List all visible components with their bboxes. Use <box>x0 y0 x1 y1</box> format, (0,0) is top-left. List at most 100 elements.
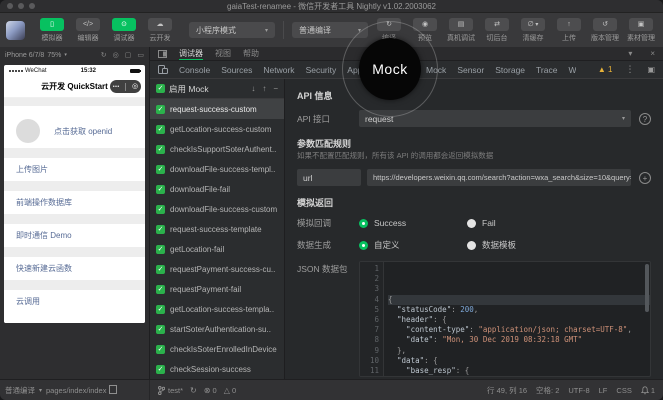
dock-side-icon[interactable]: ▣ <box>647 65 655 74</box>
mock-case-row[interactable]: ✓ checkSession-success <box>150 359 284 379</box>
user-avatar[interactable] <box>6 21 25 40</box>
chevron-down-icon[interactable]: ▾ <box>64 52 67 58</box>
sync-icon[interactable]: ↻ <box>190 386 197 395</box>
compile-mode-status[interactable]: 普通编译 <box>5 385 35 396</box>
devtools-tab[interactable]: Trace <box>536 65 557 75</box>
device-zoom[interactable]: 75% <box>47 52 61 59</box>
checkbox-checked-icon[interactable]: ✓ <box>156 105 165 114</box>
code-area[interactable]: { "statusCode": 200, "header": { "conten… <box>384 262 650 376</box>
toolbar-toggle-button[interactable]: ☁ 云开发 <box>143 18 177 43</box>
demo-menu-item[interactable]: 上传图片 <box>4 158 145 181</box>
warning-count[interactable]: △ 0 <box>224 386 236 395</box>
device-model[interactable]: iPhone 6/7/8 <box>5 52 44 59</box>
pointer-icon[interactable]: ◎ <box>113 51 119 59</box>
devtools-tab[interactable]: Sensor <box>457 65 484 75</box>
demo-menu-item[interactable]: 快速新建云函数 <box>4 257 145 280</box>
toolbar-action-button[interactable]: ∅ 清缓存 <box>516 18 550 43</box>
devtools-tab[interactable]: Console <box>179 65 210 75</box>
screenshot-icon[interactable]: ▭ <box>137 51 144 59</box>
mock-case-row[interactable]: ✓ request-success-template <box>150 219 284 239</box>
api-select[interactable]: request ▾ <box>359 110 631 127</box>
radio-success[interactable]: Success <box>359 218 467 228</box>
checkbox-checked-icon[interactable]: ✓ <box>156 365 165 374</box>
more-icon[interactable]: ••• <box>113 84 120 90</box>
debugger-menu-item[interactable]: 视图 <box>215 48 231 59</box>
language-mode[interactable]: CSS <box>616 386 631 395</box>
notification-bell[interactable]: 1 <box>641 386 655 395</box>
checkbox-checked-icon[interactable]: ✓ <box>156 205 165 214</box>
json-editor[interactable]: 1234567891011 { "statusCode": 200, "head… <box>359 261 651 377</box>
editor-scrollbar[interactable] <box>645 264 649 312</box>
close-icon[interactable]: × <box>650 49 655 58</box>
toolbar-action-button[interactable]: ▤ 真机调试 <box>444 18 478 43</box>
cursor-position[interactable]: 行 49, 列 16 <box>487 385 527 396</box>
debugger-menu-item[interactable]: 调试器 <box>179 48 203 60</box>
encoding-setting[interactable]: UTF-8 <box>568 386 589 395</box>
param-key-input[interactable]: url <box>297 169 361 186</box>
compile-mode-dropdown[interactable]: 普通编译 ▾ <box>292 22 368 38</box>
error-count[interactable]: ⊗ 0 <box>204 386 217 395</box>
devtools-tab[interactable]: Mock <box>426 65 446 75</box>
toolbar-action-button[interactable]: ↑ 上传 <box>552 18 586 43</box>
devtools-tab[interactable]: Sources <box>221 65 252 75</box>
copy-icon[interactable] <box>111 387 117 394</box>
checkbox-checked-icon[interactable]: ✓ <box>156 125 165 134</box>
checkbox-checked-icon[interactable]: ✓ <box>156 225 165 234</box>
mock-case-row[interactable]: ✓ checkIsSoterEnrolledInDevice <box>150 339 284 359</box>
devtools-tab[interactable]: Storage <box>495 65 525 75</box>
warning-badge[interactable]: ▲ 1 <box>598 65 613 74</box>
mock-case-row[interactable]: ✓ requestPayment-success-cu.. <box>150 259 284 279</box>
page-path[interactable]: pages/index/index <box>46 386 106 395</box>
checkbox-checked-icon[interactable]: ✓ <box>156 165 165 174</box>
demo-menu-item[interactable]: 云调用 <box>4 290 145 313</box>
mock-case-row[interactable]: ✓ downloadFile-fail <box>150 179 284 199</box>
checkbox-checked-icon[interactable]: ✓ <box>156 265 165 274</box>
checkbox-checked-icon[interactable]: ✓ <box>156 145 165 154</box>
mode-dropdown[interactable]: 小程序模式 ▾ <box>189 22 275 38</box>
mock-case-row[interactable]: ✓ requestPayment-fail <box>150 279 284 299</box>
demo-menu-item[interactable]: 即时通信 Demo <box>4 224 145 247</box>
mock-case-row[interactable]: ✓ downloadFile-success-custom <box>150 199 284 219</box>
import-icon[interactable]: ↓ <box>251 84 255 93</box>
device-toolbar-icon[interactable] <box>158 65 168 74</box>
toolbar-action-button[interactable]: ▣ 素材管理 <box>624 18 658 43</box>
checkbox-checked-icon[interactable]: ✓ <box>156 285 165 294</box>
checkbox-checked-icon[interactable]: ✓ <box>156 305 165 314</box>
get-openid-link[interactable]: 点击获取 openid <box>54 126 112 137</box>
param-value-input[interactable]: https://developers.weixin.qq.com/search?… <box>367 169 631 186</box>
mock-case-row[interactable]: ✓ getLocation-success-custom <box>150 119 284 139</box>
expand-icon[interactable]: ▢ <box>125 51 132 59</box>
toolbar-action-button[interactable]: ⇄ 切后台 <box>480 18 514 43</box>
mock-case-row[interactable]: ✓ startSoterAuthentication-su.. <box>150 319 284 339</box>
dock-panel-icon[interactable] <box>158 50 167 58</box>
devtools-tab[interactable]: Network <box>263 65 294 75</box>
openid-row[interactable]: 点击获取 openid <box>4 114 145 148</box>
indent-setting[interactable]: 空格: 2 <box>536 385 559 396</box>
remove-icon[interactable]: − <box>273 84 278 93</box>
demo-menu-item[interactable]: 前端操作数据库 <box>4 191 145 214</box>
mock-case-row[interactable]: ✓ checkIsSupportSoterAuthent.. <box>150 139 284 159</box>
mock-case-row[interactable]: ✓ request-success-custom <box>150 99 284 119</box>
mock-case-row[interactable]: ✓ downloadFile-success-templ.. <box>150 159 284 179</box>
checkbox-checked-icon[interactable]: ✓ <box>156 325 165 334</box>
toolbar-action-button[interactable]: ↺ 版本管理 <box>588 18 622 43</box>
help-icon[interactable]: ? <box>639 113 651 125</box>
toolbar-toggle-button[interactable]: ▯ 模拟器 <box>35 18 69 43</box>
checkbox-checked-icon[interactable]: ✓ <box>156 84 165 93</box>
rotate-icon[interactable]: ↻ <box>101 51 107 59</box>
mock-case-row[interactable]: ✓ getLocation-success-templa.. <box>150 299 284 319</box>
devtools-tab[interactable]: Security <box>306 65 337 75</box>
toolbar-action-button[interactable]: ◉ 预览 <box>408 18 442 43</box>
radio-custom[interactable]: 自定义 <box>359 239 467 251</box>
radio-fail[interactable]: Fail <box>467 218 496 228</box>
checkbox-checked-icon[interactable]: ✓ <box>156 245 165 254</box>
chevron-down-icon[interactable]: ▾ <box>39 387 42 394</box>
checkbox-checked-icon[interactable]: ✓ <box>156 185 165 194</box>
mock-case-row[interactable]: ✓ getLocation-fail <box>150 239 284 259</box>
eol-setting[interactable]: LF <box>599 386 608 395</box>
git-branch[interactable]: test* <box>158 386 183 395</box>
devtools-tab[interactable]: Wxml <box>568 65 575 75</box>
collapse-icon[interactable]: ▾ <box>628 49 632 58</box>
radio-template[interactable]: 数据模板 <box>467 239 516 251</box>
export-icon[interactable]: ↑ <box>262 84 266 93</box>
